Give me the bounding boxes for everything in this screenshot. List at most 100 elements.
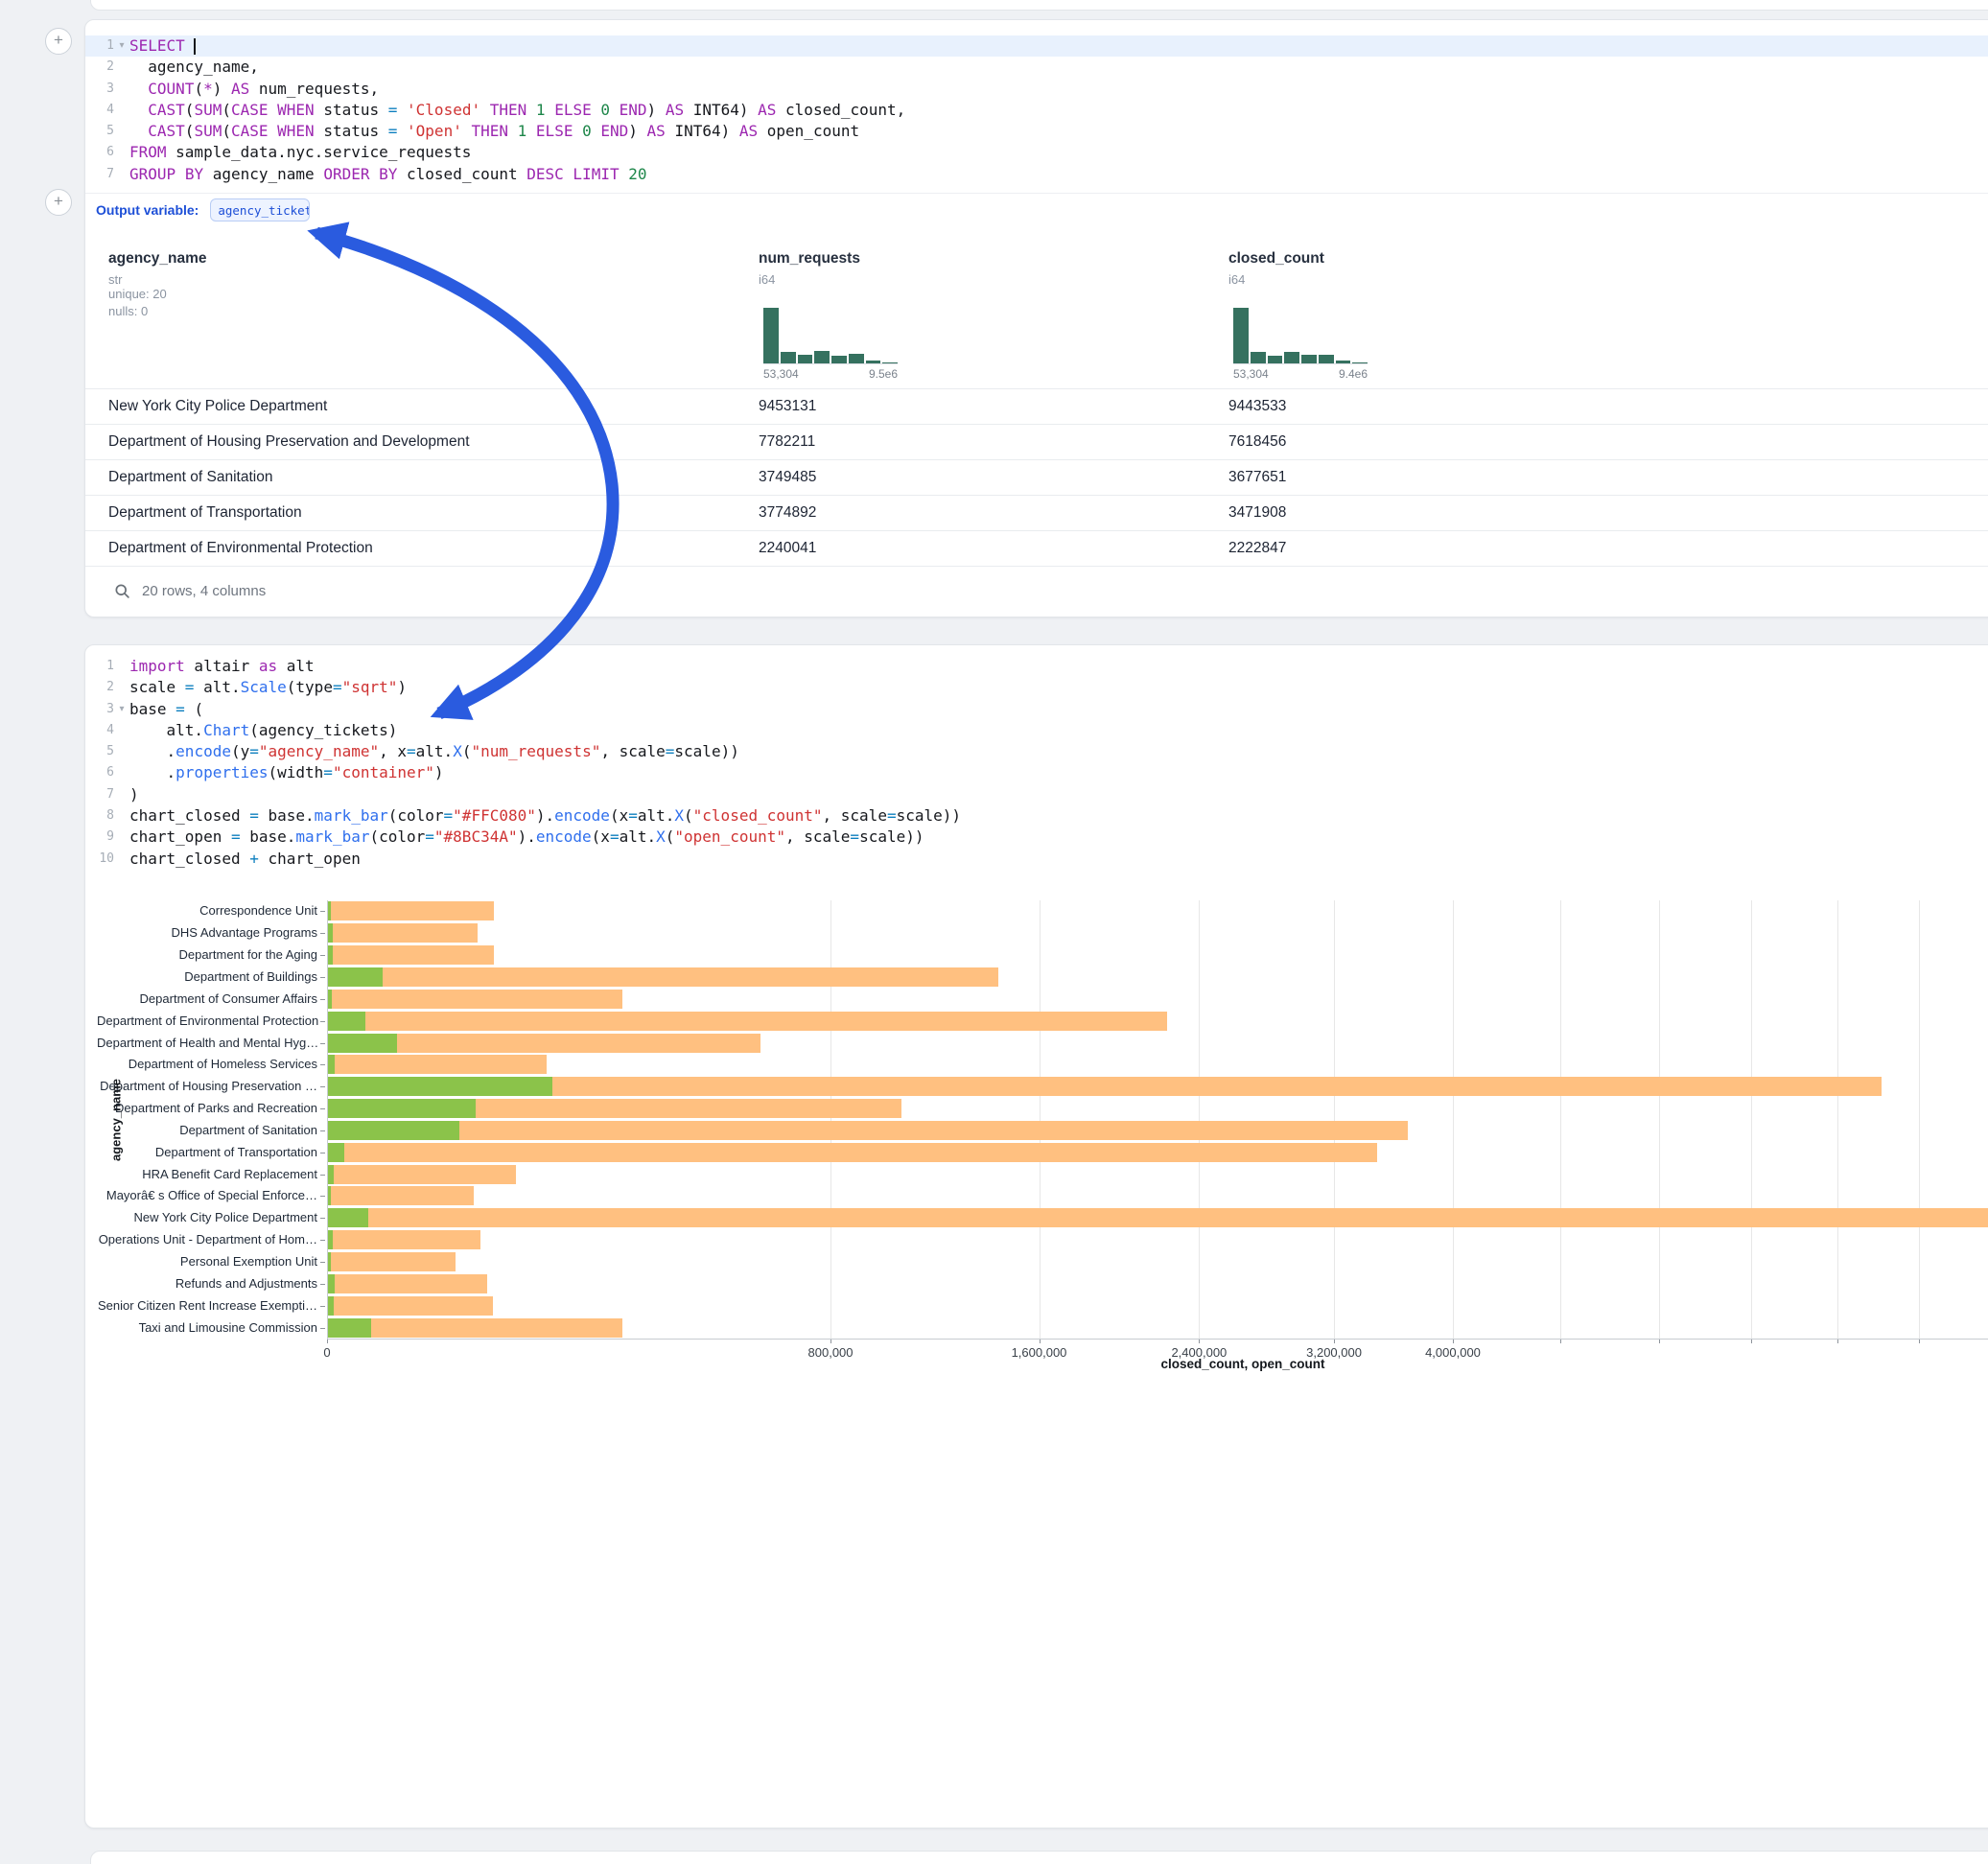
- table-cell: 3774892: [759, 496, 816, 530]
- open-count-bar: [328, 1186, 331, 1205]
- code-line[interactable]: 4 CAST(SUM(CASE WHEN status = 'Closed' T…: [85, 100, 1988, 121]
- y-axis-title: agency_name: [109, 1079, 124, 1161]
- y-category-label: New York City Police Department: [97, 1210, 317, 1224]
- open-count-bar: [328, 1318, 371, 1338]
- sql-editor[interactable]: 1▾SELECT 2 agency_name,3 COUNT(*) AS num…: [85, 20, 1988, 185]
- gridline: [1919, 900, 1920, 1339]
- y-axis-tick: [320, 999, 325, 1000]
- code-text: GROUP BY agency_name ORDER BY closed_cou…: [129, 164, 647, 185]
- histogram-bar: [882, 362, 898, 363]
- open-count-bar: [328, 1012, 365, 1031]
- y-category-label: Department of Environmental Protection: [97, 1014, 317, 1028]
- x-axis-line: [327, 1339, 1988, 1340]
- add-cell-button[interactable]: +: [45, 189, 72, 216]
- closed-count-bar: [328, 1012, 1167, 1031]
- histogram-range-labels: 53,3049.4e6: [1233, 367, 1368, 381]
- line-number: 4: [85, 100, 114, 121]
- table-cell: Department of Transportation: [108, 496, 302, 530]
- closed-count-bar: [328, 1143, 1377, 1162]
- closed-count-bar: [328, 967, 998, 987]
- table-cell: 3677651: [1228, 460, 1286, 495]
- gridline: [1334, 900, 1335, 1339]
- open-count-bar: [328, 1296, 334, 1316]
- fold-spacer: [114, 100, 129, 121]
- gridline: [1837, 900, 1838, 1339]
- output-variable-chip[interactable]: agency_tickets: [210, 198, 310, 221]
- y-category-label: Personal Exemption Unit: [97, 1254, 317, 1269]
- open-count-bar: [328, 1252, 331, 1271]
- table-cell: New York City Police Department: [108, 389, 327, 424]
- histogram-bar: [1251, 352, 1266, 363]
- row-count-summary: 20 rows, 4 columns: [142, 583, 266, 599]
- table-row[interactable]: Department of Transportation377489234719…: [85, 495, 1988, 531]
- closed-count-bar: [328, 1165, 516, 1184]
- y-axis-tick: [320, 1328, 325, 1329]
- table-cell: Department of Environmental Protection: [108, 531, 373, 566]
- line-number: 5: [85, 121, 114, 142]
- code-line[interactable]: 1▾SELECT: [85, 35, 1988, 57]
- code-text: CAST(SUM(CASE WHEN status = 'Open' THEN …: [129, 121, 859, 142]
- histogram-bar: [763, 308, 779, 363]
- code-line[interactable]: 6 FROM sample_data.nyc.service_requests: [85, 142, 1988, 163]
- open-count-bar: [328, 1274, 335, 1293]
- y-category-label: Department of Housing Preservation …: [97, 1079, 317, 1093]
- table-row[interactable]: Department of Housing Preservation and D…: [85, 424, 1988, 460]
- notebook-page: + + 1▾SELECT 2 agency_name,3 COUNT(*) AS…: [0, 0, 1988, 1864]
- closed-count-bar: [328, 990, 622, 1009]
- closed-count-bar: [328, 1230, 480, 1249]
- output-variable-row: Output variable: agency_tickets: [85, 193, 1988, 226]
- column-type: str: [108, 272, 207, 287]
- search-icon[interactable]: [114, 583, 130, 599]
- table-row[interactable]: Department of Environmental Protection 22…: [85, 530, 1988, 567]
- y-axis-tick: [320, 1218, 325, 1219]
- open-count-bar: [328, 945, 333, 965]
- table-footer: 20 rows, 4 columns: [85, 566, 1988, 616]
- python-cell-card: 1import altair as alt2scale = alt.Scale(…: [84, 644, 1988, 1829]
- closed-count-bar: [328, 1077, 1882, 1096]
- code-text: agency_name,: [129, 57, 259, 78]
- add-cell-button[interactable]: +: [45, 28, 72, 55]
- code-text: FROM sample_data.nyc.service_requests: [129, 142, 471, 163]
- y-category-label: Department of Transportation: [97, 1145, 317, 1159]
- y-axis-tick: [320, 1175, 325, 1176]
- closed-count-bar: [328, 1296, 493, 1316]
- histogram-bar: [798, 355, 813, 363]
- closed-count-bar: [328, 1274, 487, 1293]
- y-axis-line: [327, 900, 328, 1339]
- histogram-bar: [1284, 352, 1299, 363]
- closed-count-bar: [328, 1186, 474, 1205]
- y-axis-tick: [320, 1108, 325, 1109]
- bar-chart: 0800,0001,600,0002,400,0003,200,0004,000…: [85, 645, 1988, 1828]
- histogram-bar: [866, 361, 881, 363]
- code-line[interactable]: 3 COUNT(*) AS num_requests,: [85, 79, 1988, 100]
- code-line[interactable]: 7GROUP BY agency_name ORDER BY closed_co…: [85, 164, 1988, 185]
- open-count-bar: [328, 1230, 333, 1249]
- y-category-label: Department of Homeless Services: [97, 1057, 317, 1071]
- open-count-bar: [328, 1034, 397, 1053]
- table-row[interactable]: New York City Police Department945313194…: [85, 388, 1988, 425]
- y-axis-tick: [320, 1064, 325, 1065]
- gridline: [1751, 900, 1752, 1339]
- histogram-bar: [849, 354, 864, 363]
- column-name: agency_name: [108, 250, 207, 268]
- code-line[interactable]: 5 CAST(SUM(CASE WHEN status = 'Open' THE…: [85, 121, 1988, 142]
- code-line[interactable]: 2 agency_name,: [85, 57, 1988, 78]
- histogram-bar: [1352, 362, 1368, 363]
- closed-count-bar: [328, 1121, 1408, 1140]
- y-category-label: Department of Buildings: [97, 969, 317, 984]
- fold-spacer: [114, 79, 129, 100]
- y-category-label: Senior Citizen Rent Increase Exempti…: [97, 1298, 317, 1313]
- y-category-label: Department of Health and Mental Hyg…: [97, 1036, 317, 1050]
- fold-chevron-icon[interactable]: ▾: [114, 35, 129, 57]
- y-axis-tick: [320, 1262, 325, 1263]
- next-cell-edge: [90, 1851, 1988, 1864]
- line-number: 6: [85, 142, 114, 163]
- y-category-label: DHS Advantage Programs: [97, 925, 317, 940]
- y-category-label: Department of Consumer Affairs: [97, 991, 317, 1006]
- histogram-range-labels: 53,3049.5e6: [763, 367, 898, 381]
- sql-cell-card: 1▾SELECT 2 agency_name,3 COUNT(*) AS num…: [84, 19, 1988, 617]
- table-cell: 2240041: [759, 531, 816, 566]
- open-count-bar: [328, 901, 331, 920]
- table-row[interactable]: Department of Sanitation37494853677651: [85, 459, 1988, 496]
- gridline: [1199, 900, 1200, 1339]
